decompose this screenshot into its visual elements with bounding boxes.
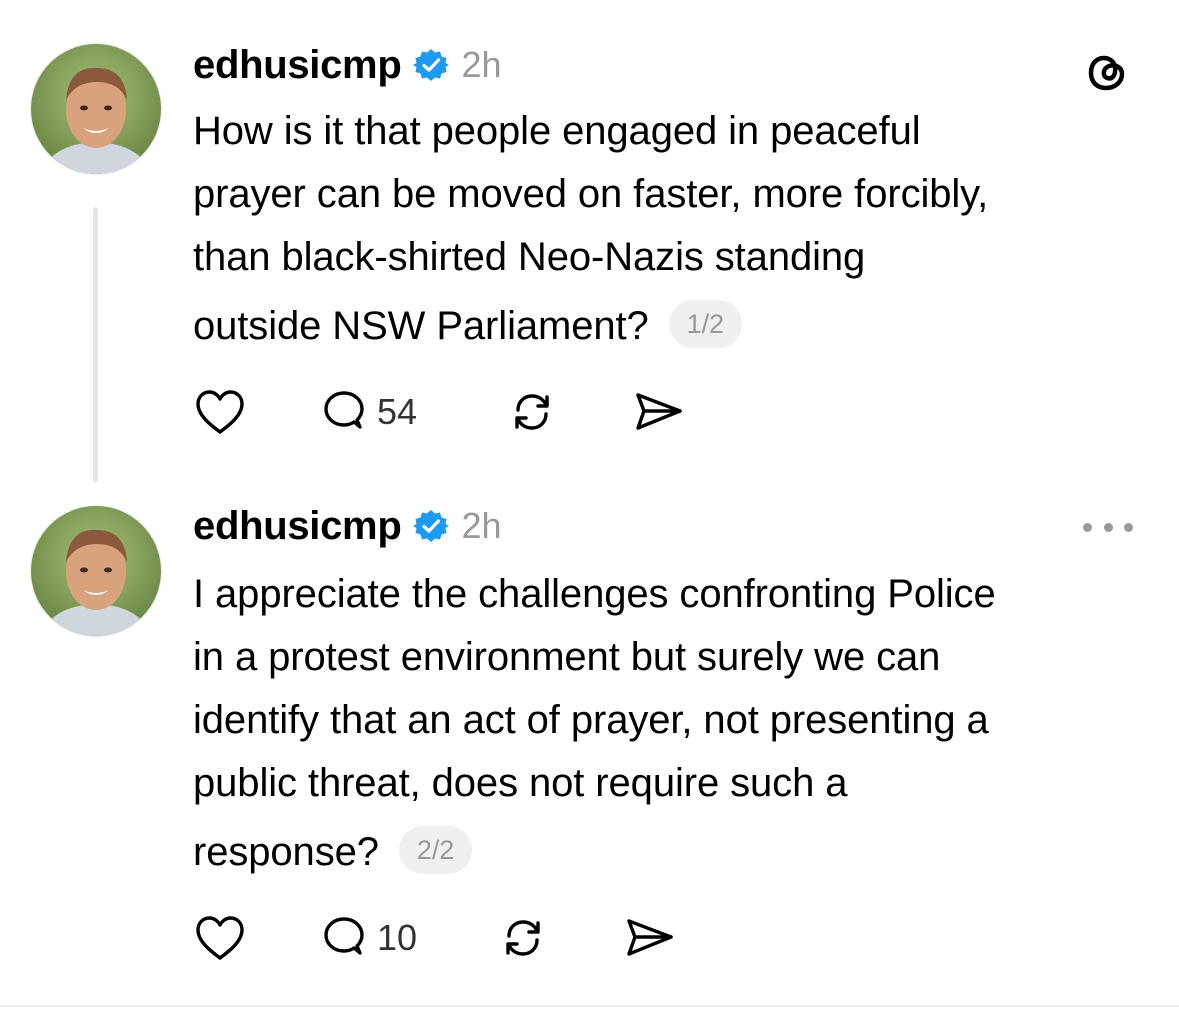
repost-button[interactable] (496, 913, 550, 963)
dot (1124, 522, 1133, 532)
post-text-line: How is it that people engaged in peacefu… (193, 109, 921, 153)
share-button[interactable] (621, 913, 677, 963)
timestamp: 2h (461, 44, 502, 85)
share-icon (627, 919, 673, 956)
reply-count: 10 (377, 917, 418, 958)
reply-button[interactable]: 10 (319, 913, 417, 963)
more-options-icon[interactable] (1083, 512, 1133, 542)
thread-line (93, 207, 98, 482)
repost-icon (515, 394, 549, 430)
post-header: edhusicmp 2h (193, 501, 502, 551)
post-text: How is it that people engaged in peacefu… (193, 100, 1153, 358)
post-header: edhusicmp 2h (193, 40, 502, 90)
post-text-line: in a protest environment but surely we c… (193, 635, 941, 679)
verified-badge-icon (413, 47, 450, 83)
thread-counter-badge: 1/2 (668, 300, 742, 349)
post-text-line-last: outside NSW Parliament? 1/2 (193, 295, 1153, 358)
post-text-line-last: response? 2/2 (193, 821, 1153, 884)
share-icon (636, 393, 682, 430)
divider (0, 1005, 1179, 1007)
post-text: I appreciate the challenges confronting … (193, 563, 1153, 884)
post-text-line: outside NSW Parliament? (193, 304, 649, 348)
dot (1103, 522, 1113, 532)
post-text-line: public threat, does not require such a (193, 761, 848, 805)
reply-count: 54 (377, 391, 418, 432)
share-button[interactable] (630, 387, 686, 437)
post-text-line: identify that an act of prayer, not pres… (193, 698, 989, 742)
repost-icon (506, 920, 540, 956)
reply-icon (324, 917, 364, 955)
heart-icon (196, 390, 244, 434)
avatar[interactable] (31, 506, 161, 636)
thread-counter-badge: 2/2 (398, 826, 473, 875)
heart-icon (196, 916, 244, 960)
repost-button[interactable] (505, 387, 559, 437)
post-text-line: I appreciate the challenges confronting … (193, 572, 996, 616)
like-button[interactable] (193, 913, 247, 963)
post-text-line: prayer can be moved on faster, more forc… (193, 172, 989, 216)
username[interactable]: edhusicmp (193, 504, 402, 549)
post-text-line: response? (193, 830, 379, 874)
avatar[interactable] (31, 44, 161, 174)
post-text-line: than black-shirted Neo-Nazis standing (193, 235, 866, 279)
like-button[interactable] (193, 387, 247, 437)
reply-button[interactable]: 54 (319, 387, 417, 437)
verified-badge-icon (413, 508, 450, 544)
dot (1083, 522, 1092, 532)
reply-icon (324, 391, 364, 429)
username[interactable]: edhusicmp (193, 43, 402, 88)
threads-logo-icon[interactable] (1082, 47, 1132, 97)
timestamp: 2h (461, 505, 502, 546)
